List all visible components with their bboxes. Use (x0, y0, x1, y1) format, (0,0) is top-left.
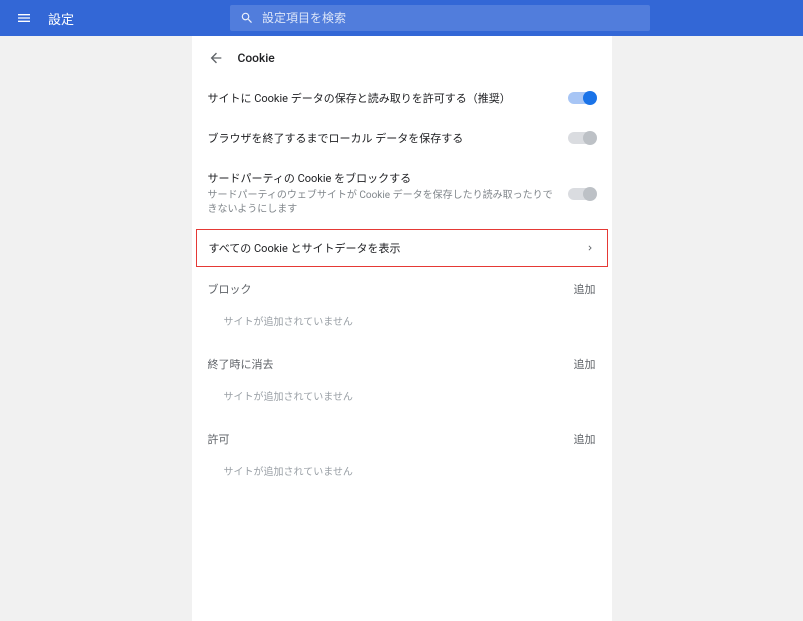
header-left: 設定 (12, 6, 74, 30)
row-block-third: サードパーティの Cookie をブロックする サードパーティのウェブサイトが … (192, 158, 612, 229)
section-allow-title: 許可 (208, 431, 230, 447)
section-clear-add[interactable]: 追加 (574, 356, 596, 372)
section-allow-add[interactable]: 追加 (574, 431, 596, 447)
toggle-allow-save[interactable] (568, 92, 596, 104)
row-allow-save-label: サイトに Cookie データの保存と読み取りを許可する（推奨） (208, 90, 556, 106)
section-clear-title: 終了時に消去 (208, 356, 274, 372)
row-until-close-label: ブラウザを終了するまでローカル データを保存する (208, 130, 556, 146)
settings-panel: Cookie サイトに Cookie データの保存と読み取りを許可する（推奨） … (192, 36, 612, 621)
section-block-title: ブロック (208, 281, 252, 297)
header-title: 設定 (48, 9, 74, 28)
row-allow-save: サイトに Cookie データの保存と読み取りを許可する（推奨） (192, 78, 612, 118)
search-box[interactable] (230, 5, 650, 31)
menu-button[interactable] (12, 6, 36, 30)
search-input[interactable] (262, 11, 640, 25)
back-button[interactable] (208, 50, 224, 66)
toggle-block-third[interactable] (568, 188, 596, 200)
view-all-cookies-button[interactable]: すべての Cookie とサイトデータを表示 (196, 229, 608, 267)
section-block-add[interactable]: 追加 (574, 281, 596, 297)
view-all-label: すべての Cookie とサイトデータを表示 (209, 240, 401, 256)
section-allow-empty: サイトが追加されていません (192, 453, 612, 492)
section-block-empty: サイトが追加されていません (192, 303, 612, 342)
panel-title: Cookie (238, 51, 275, 65)
hamburger-icon (16, 10, 32, 26)
panel-header: Cookie (192, 50, 612, 78)
row-until-close: ブラウザを終了するまでローカル データを保存する (192, 118, 612, 158)
arrow-left-icon (208, 50, 224, 66)
row-block-third-sub: サードパーティのウェブサイトが Cookie データを保存したり読み取ったりでき… (208, 189, 556, 217)
app-header: 設定 (0, 0, 803, 36)
section-clear-header: 終了時に消去 追加 (192, 342, 612, 378)
section-clear-empty: サイトが追加されていません (192, 378, 612, 417)
section-allow-header: 許可 追加 (192, 417, 612, 453)
search-icon (240, 11, 254, 25)
chevron-right-icon (585, 243, 595, 253)
toggle-until-close[interactable] (568, 132, 596, 144)
section-block-header: ブロック 追加 (192, 267, 612, 303)
row-block-third-label: サードパーティの Cookie をブロックする (208, 170, 556, 186)
